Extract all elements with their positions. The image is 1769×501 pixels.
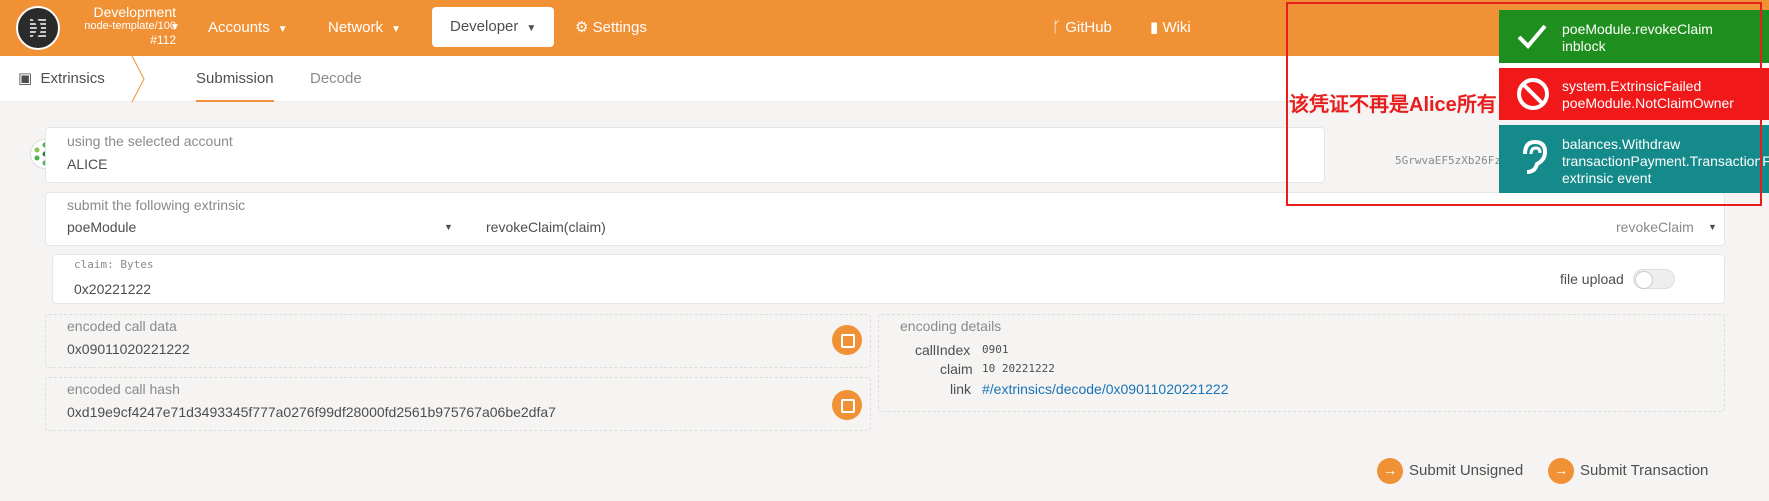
claim-param-field[interactable]: claim: Bytes 0x20221222 file upload bbox=[52, 254, 1725, 304]
chain-name: Development bbox=[93, 4, 177, 20]
account-selector[interactable]: using the selected account ALICE 5GrwvaE… bbox=[45, 127, 1508, 183]
submit-unsigned-button[interactable]: Submit Unsigned bbox=[1377, 455, 1524, 486]
call-select[interactable]: revokeClaim(claim) bbox=[486, 219, 606, 235]
nav-settings[interactable]: ⚙ Settings bbox=[575, 0, 647, 56]
sign-in-icon bbox=[1377, 455, 1403, 485]
nav-settings-label: Settings bbox=[592, 19, 647, 36]
chevron-down-icon: ▼ bbox=[391, 24, 401, 35]
encoded-call-hash-value: 0xd19e9cf4247e71d3493345f777a0276f99df28… bbox=[67, 404, 556, 420]
module-select[interactable]: poeModule bbox=[67, 219, 136, 235]
logo-glyph-icon bbox=[30, 16, 46, 40]
nav-wiki-label: Wiki bbox=[1162, 19, 1191, 36]
nav-developer-label: Developer bbox=[450, 18, 519, 35]
encoded-call-data: encoded call data 0x09011020221222 bbox=[45, 314, 871, 368]
decode-link[interactable]: #/extrinsics/decode/0x09011020221222 bbox=[982, 381, 1228, 397]
param-label: claim: Bytes bbox=[74, 258, 154, 271]
chevron-down-icon[interactable]: ▼ bbox=[170, 22, 180, 33]
annotation-highlight: Alice bbox=[1409, 94, 1457, 116]
inbox-icon: ▣ bbox=[18, 70, 33, 87]
method-name: revokeClaim bbox=[1616, 219, 1694, 235]
extrinsic-label: submit the following extrinsic bbox=[67, 197, 246, 213]
submit-transaction-label: Submit Transaction bbox=[1580, 462, 1709, 479]
chevron-down-icon: ▼ bbox=[526, 23, 537, 34]
tab-decode[interactable]: Decode bbox=[310, 56, 362, 102]
encoding-details: encoding details callIndex 0901 claim 10… bbox=[878, 314, 1725, 412]
nav-github[interactable]: ᚴ GitHub bbox=[1052, 0, 1112, 56]
submit-transaction-button[interactable]: Submit Transaction bbox=[1548, 455, 1709, 486]
chain-logo-icon[interactable] bbox=[16, 6, 60, 50]
copy-call-hash-button[interactable] bbox=[832, 390, 862, 420]
extrinsics-section[interactable]: ▣ Extrinsics bbox=[18, 56, 105, 102]
account-label: using the selected account bbox=[67, 133, 233, 149]
nav-network[interactable]: Network ▼ bbox=[328, 0, 401, 56]
claim-label: claim bbox=[940, 361, 973, 377]
file-upload-label: file upload bbox=[1560, 271, 1624, 287]
account-name: ALICE bbox=[67, 156, 108, 172]
encoded-call-hash-label: encoded call hash bbox=[67, 381, 180, 397]
tab-submission[interactable]: Submission bbox=[196, 56, 274, 102]
encoded-call-data-label: encoded call data bbox=[67, 318, 177, 334]
nav-developer[interactable]: Developer ▼ bbox=[432, 7, 555, 47]
copy-call-data-button[interactable] bbox=[832, 325, 862, 355]
sign-in-icon bbox=[1548, 455, 1574, 485]
extrinsics-label: Extrinsics bbox=[40, 70, 105, 87]
nav-wiki[interactable]: ▮ Wiki bbox=[1150, 0, 1191, 56]
chevron-down-icon[interactable]: ▼ bbox=[444, 222, 453, 232]
gear-icon: ⚙ bbox=[575, 19, 589, 36]
submit-unsigned-label: Submit Unsigned bbox=[1409, 462, 1524, 479]
encoded-call-data-value: 0x09011020221222 bbox=[67, 341, 190, 357]
encoded-call-hash: encoded call hash 0xd19e9cf4247e71d34933… bbox=[45, 377, 871, 431]
book-icon: ▮ bbox=[1150, 19, 1159, 36]
chain-selector[interactable]: Development node-template/100 #112 bbox=[66, 5, 176, 47]
breadcrumb-separator bbox=[131, 56, 145, 102]
annotation-note: 该凭证不再是Alice所有 bbox=[1289, 88, 1497, 117]
file-upload-toggle[interactable] bbox=[1633, 269, 1675, 289]
node-version: node-template/100 bbox=[84, 20, 176, 32]
nav-network-label: Network bbox=[328, 19, 384, 36]
annotation-text: 该凭证不再是 bbox=[1289, 94, 1409, 116]
nav-github-label: GitHub bbox=[1065, 19, 1112, 36]
param-value[interactable]: 0x20221222 bbox=[74, 281, 151, 297]
chevron-down-icon: ▼ bbox=[277, 24, 288, 35]
annotation-suffix: 所有 bbox=[1456, 94, 1497, 116]
link-label: link bbox=[950, 381, 972, 397]
block-number: #112 bbox=[150, 33, 176, 47]
branch-icon: ᚴ bbox=[1052, 19, 1062, 36]
nav-accounts-label: Accounts bbox=[208, 19, 270, 36]
encoding-details-label: encoding details bbox=[900, 318, 1002, 334]
call-index-value: 0901 bbox=[982, 343, 1009, 356]
call-index-label: callIndex bbox=[915, 342, 971, 358]
chevron-down-icon[interactable]: ▼ bbox=[1708, 222, 1717, 232]
claim-value: 10 20221222 bbox=[982, 362, 1055, 375]
nav-accounts[interactable]: Accounts ▼ bbox=[208, 0, 288, 56]
